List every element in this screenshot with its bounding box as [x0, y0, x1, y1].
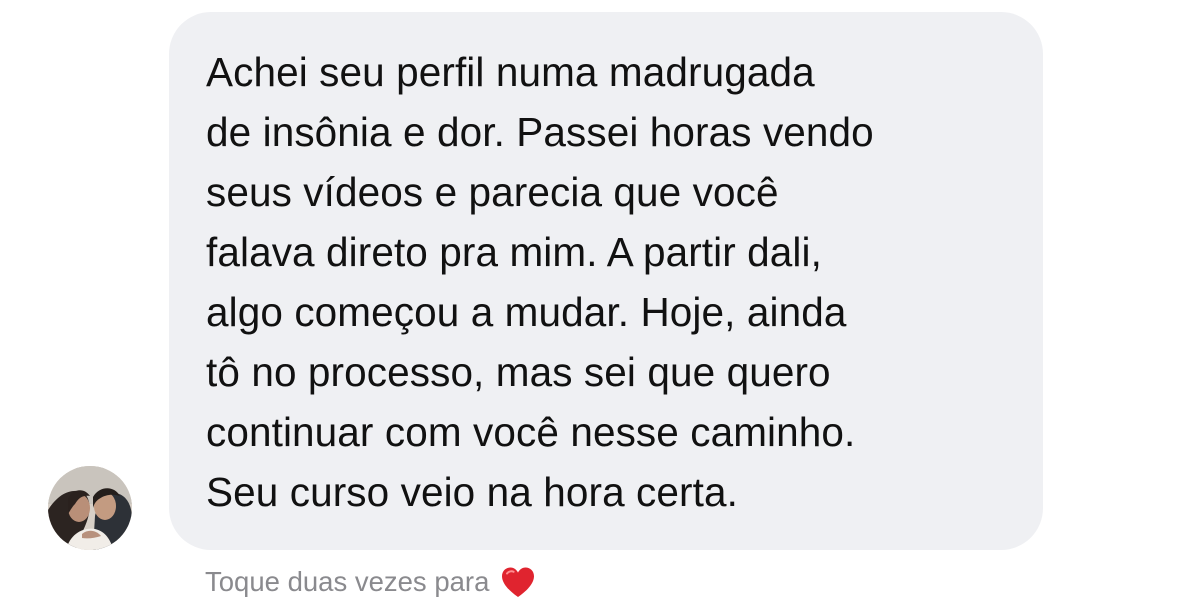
heart-icon — [499, 565, 537, 599]
reaction-hint: Toque duas vezes para — [205, 560, 537, 604]
message-row: Achei seu perfil numa madrugada de insôn… — [0, 0, 1179, 604]
reaction-hint-text: Toque duas vezes para — [205, 566, 490, 597]
profile-photo-icon — [48, 466, 132, 550]
message-text: Achei seu perfil numa madrugada de insôn… — [206, 49, 874, 515]
message-bubble[interactable]: Achei seu perfil numa madrugada de insôn… — [169, 12, 1043, 550]
sender-avatar[interactable] — [48, 466, 132, 550]
